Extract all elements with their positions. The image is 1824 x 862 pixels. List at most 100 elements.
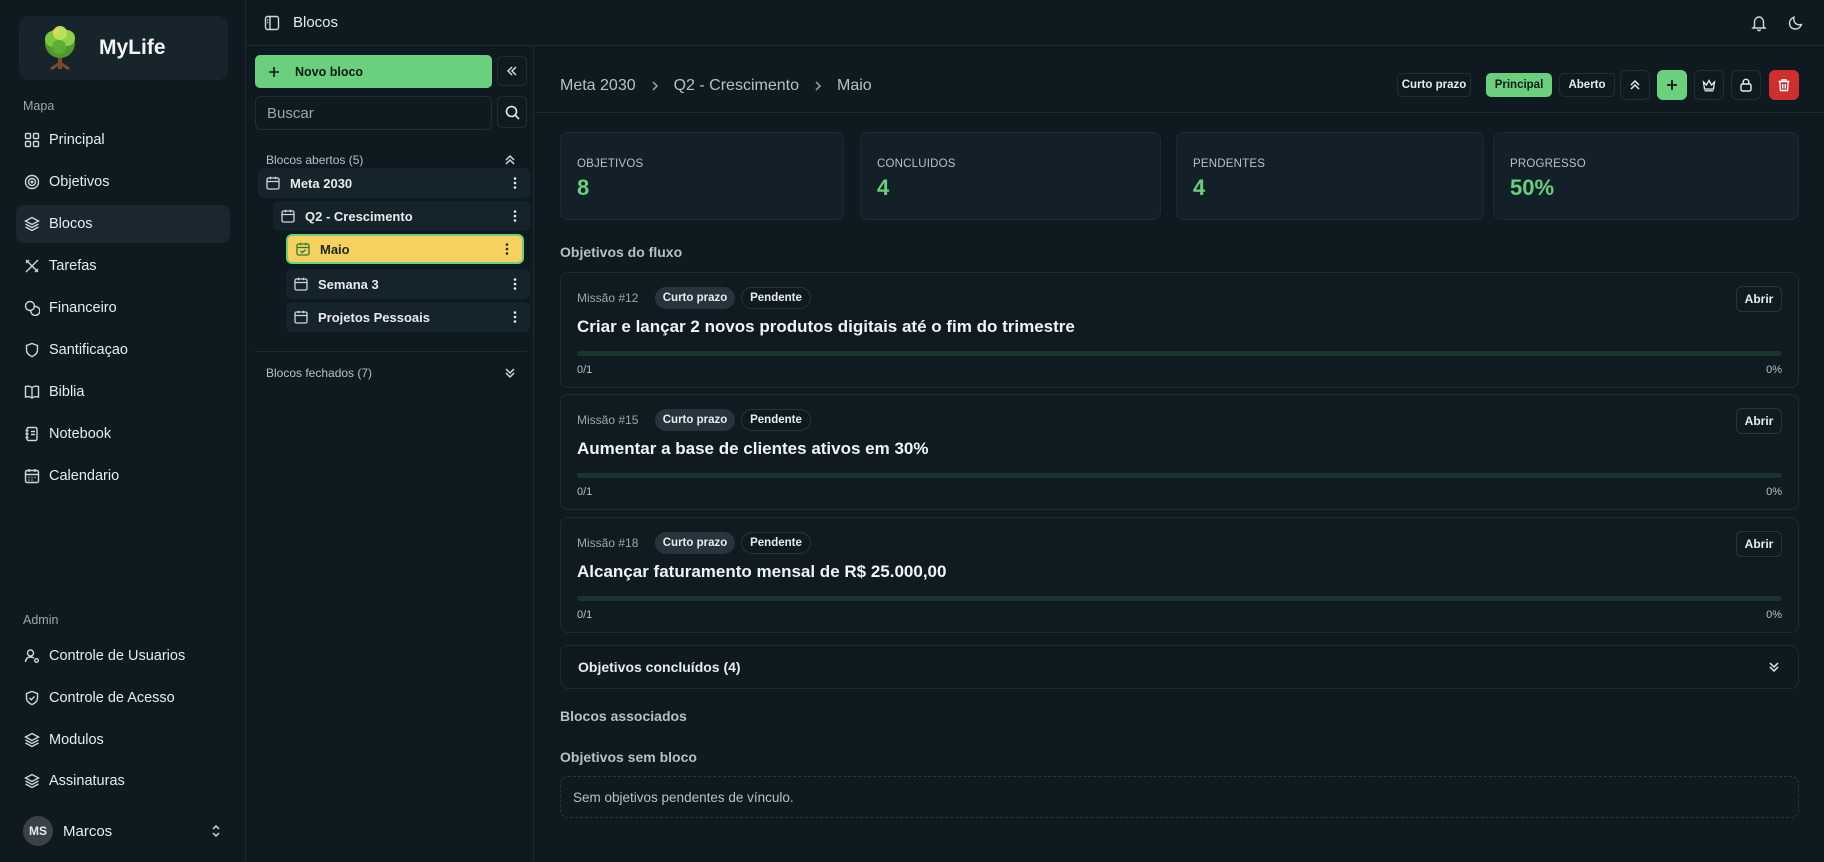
chevrons-up-down-icon [212,824,220,838]
completed-objectives-label: Objetivos concluídos (4) [578,659,741,675]
chevrons-down-icon [505,368,515,379]
search-icon [505,105,520,120]
open-button[interactable]: Abrir [1736,408,1782,434]
search-button[interactable] [497,96,527,128]
user-menu[interactable]: MS Marcos [23,816,223,846]
tree-item-label: Meta 2030 [290,175,353,191]
new-block-button[interactable]: Novo bloco [255,55,492,88]
stat-value: 4 [1193,175,1206,200]
trash-icon [1778,79,1790,92]
tree-item-label: Projetos Pessoais [318,309,430,325]
chevron-right-icon [815,81,822,91]
progress-count: 0/1 [577,486,593,498]
stat-label: CONCLUIDOS [877,158,956,170]
more-vertical-icon[interactable] [508,310,522,324]
tag-principal[interactable]: Principal [1486,73,1552,97]
chevrons-left-icon [506,66,517,76]
nav-item-objetivos[interactable]: Objetivos [16,163,230,201]
plus-icon [269,66,279,77]
nav-item-assinaturas[interactable]: Assinaturas [16,762,230,800]
tree-item-label: Q2 - Crescimento [305,208,413,224]
nav-item-label: Controle de Acesso [49,690,175,706]
nav-item-controle-acesso[interactable]: Controle de Acesso [16,679,230,717]
tag-curto-prazo[interactable]: Curto prazo [1397,73,1471,97]
tree-item-meta-2030[interactable]: Meta 2030 [258,168,530,198]
stat-label: PENDENTES [1193,158,1266,170]
tree-item-q2-crescimento[interactable]: Q2 - Crescimento [273,201,530,231]
term-badge: Curto prazo [655,532,735,554]
nav-item-label: Principal [49,132,105,148]
nav-item-notebook[interactable]: Notebook [16,415,230,453]
breadcrumb-item: Maio [836,77,872,94]
nav-item-modulos[interactable]: Modulos [16,721,230,759]
nav-item-principal[interactable]: Principal [16,121,230,159]
lock-button[interactable] [1731,70,1761,100]
chevron-right-icon [652,81,658,91]
calendar-icon [294,277,308,291]
more-vertical-icon[interactable] [508,209,522,223]
stat-value: 50% [1510,175,1555,200]
nav-item-label: Assinaturas [49,773,125,789]
nav-item-blocos[interactable]: Blocos [16,205,230,243]
stat-concluidos: CONCLUIDOS 4 [860,132,1161,220]
nav-section-label: Admin [23,613,59,627]
nav-item-biblia[interactable]: Biblia [16,373,230,411]
sidebar: MyLife Mapa Principal Objetivos Blocos T… [0,0,246,862]
closed-blocks-header[interactable]: Blocos fechados (7) [266,364,516,382]
progress-percent: 0% [1766,486,1782,498]
user-name: Marcos [63,822,113,840]
section-title: Objetivos sem bloco [560,749,697,765]
objective-title: Alcançar faturamento mensal de R$ 25.000… [577,562,947,581]
tree-item-projetos-pessoais[interactable]: Projetos Pessoais [286,302,530,332]
completed-objectives-toggle[interactable]: Objetivos concluídos (4) [560,645,1799,689]
progress-percent: 0% [1766,364,1782,376]
stat-label: PROGRESSO [1510,158,1586,170]
nav-item-label: Santificaçao [49,342,128,358]
objective-card: Missão #18 Curto prazo Pendente Abrir Al… [560,517,1799,633]
tag-aberto[interactable]: Aberto [1559,73,1615,97]
calendar-check-icon [296,242,310,256]
tree-item-maio[interactable]: Maio [286,234,524,264]
calendar-icon [24,469,40,484]
collapse-panel-button[interactable] [497,56,527,86]
moon-icon[interactable] [1788,15,1804,31]
mission-id: Missão #18 [577,536,639,550]
tree-item-semana-3[interactable]: Semana 3 [286,269,530,299]
term-badge: Curto prazo [655,409,735,431]
chevrons-down-icon [1769,662,1779,673]
open-blocks-header[interactable]: Blocos abertos (5) [266,151,516,169]
delete-button[interactable] [1769,70,1799,100]
search-input[interactable]: Buscar [255,96,492,130]
nav-item-controle-usuarios[interactable]: Controle de Usuarios [16,637,230,675]
sidebar-toggle-icon[interactable] [264,15,280,31]
more-vertical-icon[interactable] [508,176,522,190]
open-blocks-label: Blocos abertos (5) [266,153,364,167]
section-title: Objetivos do fluxo [560,244,683,260]
add-button[interactable] [1657,70,1687,100]
breadcrumb-item[interactable]: Q2 - Crescimento [674,77,799,95]
new-block-label: Novo bloco [295,64,364,79]
stat-value: 4 [877,175,890,200]
progress-percent: 0% [1766,609,1782,621]
breadcrumb-bar: Meta 2030 Q2 - Crescimento Maio Curto pr… [535,46,1824,113]
objective-title: Aumentar a base de clientes ativos em 30… [577,439,929,458]
bell-icon[interactable] [1750,14,1768,32]
nav-item-financeiro[interactable]: Financeiro [16,289,230,327]
nav-item-santificacao[interactable]: Santificaçao [16,331,230,369]
progress-bar [577,351,1782,356]
lock-icon [1740,78,1752,92]
nav-item-label: Notebook [49,426,112,442]
brand[interactable]: MyLife [19,16,228,80]
progress-count: 0/1 [577,609,593,621]
crown-icon [1702,79,1716,92]
more-vertical-icon[interactable] [500,242,514,256]
crown-button[interactable] [1694,70,1724,100]
breadcrumb-item[interactable]: Meta 2030 [560,77,636,95]
more-vertical-icon[interactable] [508,277,522,291]
status-badge: Pendente [741,287,811,309]
nav-item-calendario[interactable]: Calendario [16,457,230,495]
nav-item-tarefas[interactable]: Tarefas [16,247,230,285]
collapse-all-button[interactable] [1620,70,1650,100]
open-button[interactable]: Abrir [1736,531,1782,557]
open-button[interactable]: Abrir [1736,286,1782,312]
